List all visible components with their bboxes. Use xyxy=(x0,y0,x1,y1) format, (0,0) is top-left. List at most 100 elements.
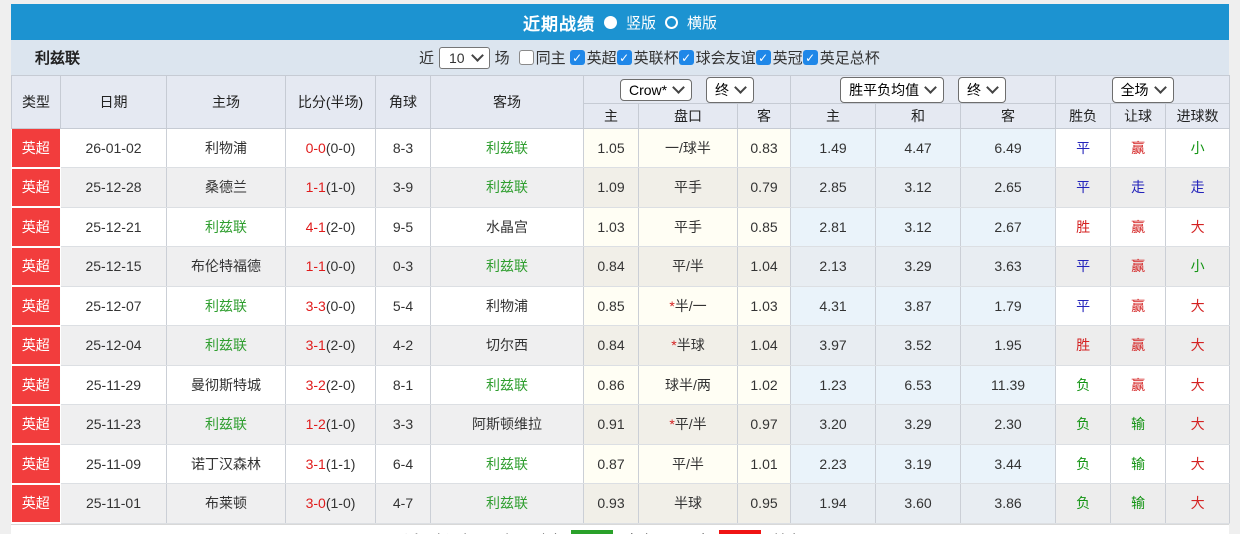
away-team[interactable]: 水晶宫 xyxy=(430,207,584,247)
home-team[interactable]: 利物浦 xyxy=(166,128,286,168)
league-filter[interactable]: 同主 xyxy=(518,47,566,68)
away-team[interactable]: 利兹联 xyxy=(430,167,584,208)
home-team[interactable]: 布伦特福德 xyxy=(166,246,286,287)
vertical-layout-label[interactable]: 竖版 xyxy=(626,12,656,33)
win-rate-badge: 20% xyxy=(571,530,614,534)
result-goals: 小 xyxy=(1165,128,1231,168)
avg-draw: 3.12 xyxy=(875,207,962,247)
result-goals: 大 xyxy=(1165,365,1231,405)
home-team[interactable]: 利兹联 xyxy=(166,404,286,445)
avg-home: 3.20 xyxy=(790,404,877,445)
wdl-avg-dropdown[interactable]: 胜平负均值 xyxy=(840,76,945,103)
fulltime-score: 4-1 xyxy=(305,218,326,235)
summary-near-label: 近 xyxy=(404,530,419,534)
away-team[interactable]: 利兹联 xyxy=(430,246,584,287)
home-team[interactable]: 利兹联 xyxy=(166,286,286,326)
horizontal-layout-label[interactable]: 横版 xyxy=(687,12,717,33)
home-team[interactable]: 利兹联 xyxy=(166,325,286,366)
checkbox-icon[interactable]: ✓ xyxy=(802,50,818,65)
corners: 6-4 xyxy=(375,444,431,484)
avg-away: 6.49 xyxy=(960,128,1057,168)
halftime-score: (1-0) xyxy=(325,179,356,196)
col-score: 比分(半场) xyxy=(285,75,376,129)
checkbox-icon[interactable]: ✓ xyxy=(569,50,585,65)
result-wdl: 平 xyxy=(1055,167,1112,208)
corners: 3-9 xyxy=(375,167,431,208)
avg-draw: 3.52 xyxy=(875,325,962,366)
home-team[interactable]: 诺丁汉森林 xyxy=(166,444,286,484)
home-team[interactable]: 桑德兰 xyxy=(166,167,286,208)
checkbox-label: 英冠 xyxy=(772,50,803,67)
col-home: 主场 xyxy=(166,75,286,129)
corners: 8-3 xyxy=(375,128,431,168)
result-handicap: 赢 xyxy=(1110,207,1167,247)
summary-win-label: 赢率: xyxy=(624,530,658,534)
away-team[interactable]: 阿斯顿维拉 xyxy=(430,404,584,445)
games-label: 场 xyxy=(494,50,510,67)
corners: 3-3 xyxy=(375,404,431,445)
result-handicap: 输 xyxy=(1110,444,1167,484)
avg-draw: 6.53 xyxy=(875,365,962,405)
vertical-layout-radio[interactable] xyxy=(603,15,617,29)
horizontal-layout-radio[interactable] xyxy=(665,15,678,29)
away-team[interactable]: 利兹联 xyxy=(430,365,584,405)
league-filter[interactable]: ✓ 英冠 xyxy=(755,47,803,68)
fulltime-score: 3-1 xyxy=(305,337,326,354)
checkbox-icon[interactable]: ✓ xyxy=(755,50,771,65)
wdl-avg-dropdown-value: 胜平负均值 xyxy=(849,81,920,98)
checkbox-icon[interactable]: ✓ xyxy=(678,50,694,65)
away-team[interactable]: 利兹联 xyxy=(430,483,584,524)
home-team[interactable]: 曼彻斯特城 xyxy=(166,365,286,405)
corners: 9-5 xyxy=(375,207,431,247)
page: 近期战绩 竖版 横版 利兹联 近 10 场 同主 ✓ 英超 ✓ 英联杯 ✓ 球会友谊 ✓ 英冠 ✓… xyxy=(0,0,1240,534)
odds-away: 1.04 xyxy=(737,325,792,366)
score-cell: 1-2(1-0) xyxy=(285,404,376,445)
match-date: 25-12-15 xyxy=(60,246,167,287)
corners: 8-1 xyxy=(375,365,431,405)
home-team[interactable]: 布莱顿 xyxy=(166,483,286,524)
match-date: 25-11-01 xyxy=(60,483,167,524)
handicap: 一/球半 xyxy=(638,128,738,168)
away-team[interactable]: 切尔西 xyxy=(430,325,584,366)
avg-home: 3.97 xyxy=(790,325,877,366)
odds-time-dropdown[interactable]: 终 xyxy=(706,76,755,103)
match-count-select[interactable]: 10 xyxy=(439,46,490,69)
result-goals: 大 xyxy=(1165,207,1231,247)
league-filter[interactable]: ✓ 球会友谊 xyxy=(678,47,756,68)
away-team[interactable]: 利兹联 xyxy=(430,444,584,484)
home-team[interactable]: 利兹联 xyxy=(166,207,286,247)
content: 近期战绩 竖版 横版 利兹联 近 10 场 同主 ✓ 英超 ✓ 英联杯 ✓ 球会友谊 ✓ 英冠 ✓… xyxy=(11,4,1231,534)
match-date: 25-11-23 xyxy=(60,404,167,445)
league-filter[interactable]: ✓ 英联杯 xyxy=(616,47,679,68)
odds-away: 0.85 xyxy=(737,207,792,247)
away-team[interactable]: 利物浦 xyxy=(430,286,584,326)
checkbox-icon[interactable]: ✓ xyxy=(616,50,632,65)
away-team[interactable]: 利兹联 xyxy=(430,128,584,168)
near-label: 近 xyxy=(419,50,435,67)
avg-home: 1.23 xyxy=(790,365,877,405)
result-wdl: 平 xyxy=(1055,246,1112,287)
odds-away: 1.01 xyxy=(737,444,792,484)
league-filter[interactable]: ✓ 英超 xyxy=(569,47,617,68)
bookmaker-dropdown[interactable]: Crow* xyxy=(620,78,693,101)
avg-draw: 4.47 xyxy=(875,128,962,168)
handicap: *半球 xyxy=(638,325,738,366)
fulltime-score: 3-2 xyxy=(305,376,326,393)
league-badge: 英超 xyxy=(11,325,61,366)
col-away: 客场 xyxy=(430,75,584,129)
halftime-score: (1-1) xyxy=(325,455,356,472)
match-date: 25-12-21 xyxy=(60,207,167,247)
checkbox-icon[interactable] xyxy=(518,50,534,65)
odds-away: 1.04 xyxy=(737,246,792,287)
halftime-score: (2-0) xyxy=(325,337,356,354)
avg-draw: 3.12 xyxy=(875,167,962,208)
fulltime-dropdown[interactable]: 全场 xyxy=(1111,76,1174,103)
filter-controls: 近 10 场 同主 ✓ 英超 ✓ 英联杯 ✓ 球会友谊 ✓ 英冠 ✓ 英足总杯 xyxy=(419,46,880,69)
wdl-time-dropdown[interactable]: 终 xyxy=(957,76,1006,103)
result-goals: 大 xyxy=(1165,444,1231,484)
odds-home: 0.84 xyxy=(583,325,639,366)
score-cell: 3-0(1-0) xyxy=(285,483,376,524)
sub-col-handicap: 盘口 xyxy=(638,103,738,129)
result-handicap: 赢 xyxy=(1110,286,1167,326)
league-filter[interactable]: ✓ 英足总杯 xyxy=(802,47,880,68)
